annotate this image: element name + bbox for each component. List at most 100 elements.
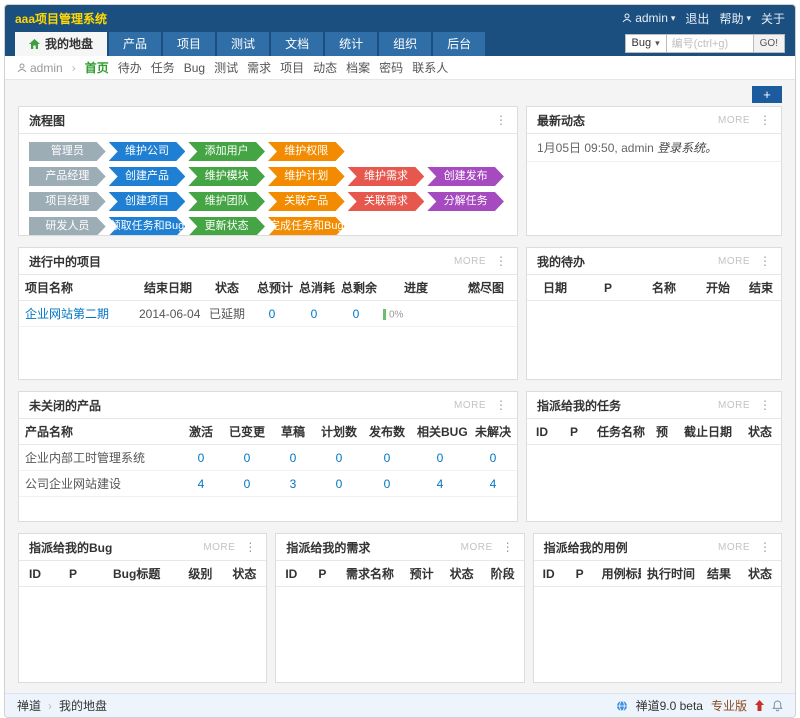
flow-step[interactable]: 更新状态 [188,217,265,235]
count-cell[interactable]: 4 [411,471,469,497]
flow-step[interactable]: 维护模块 [188,167,265,186]
flow-step[interactable]: 创建发布 [427,167,504,186]
project-link[interactable]: 企业网站第二期 [25,307,109,321]
breadcrumb-item-0[interactable]: 待办 [118,59,142,76]
main-content: + 流程图 ⋮ 管理员维护公司添加用户维护权限产品经理创建产品维护模块维护计划维… [5,80,795,693]
count-cell[interactable]: 0 [363,445,411,471]
cell-left[interactable]: 0 [335,301,377,327]
count-cell[interactable]: 4 [179,471,223,497]
count-cell[interactable]: 0 [315,445,363,471]
panel-body: 项目名称结束日期状态总预计总消耗总剩余进度燃尽图企业网站第二期2014-06-0… [19,275,517,379]
tab-6[interactable]: 组织 [379,32,431,56]
count-cell[interactable]: 0 [315,471,363,497]
breadcrumb-item-7[interactable]: 档案 [346,59,370,76]
breadcrumb-item-5[interactable]: 项目 [280,59,304,76]
tab-label: 项目 [177,32,201,56]
column-header: 项目名称 [19,275,133,301]
panel-header: 指派给我的用例MORE ⋮ [534,534,781,561]
about-link[interactable]: 关于 [761,10,785,27]
count-cell[interactable]: 0 [411,445,469,471]
more-link[interactable]: MORE [454,400,486,411]
flow-step[interactable]: 分解任务 [427,192,504,211]
search-go-button[interactable]: GO! [754,34,785,53]
panel-menu-icon[interactable]: ⋮ [495,398,507,412]
count-cell[interactable]: 0 [223,445,271,471]
flow-step[interactable]: 维护需求 [348,167,425,186]
more-link[interactable]: MORE [454,256,486,267]
panel-menu-icon[interactable]: ⋮ [495,113,507,127]
breadcrumb-item-8[interactable]: 密码 [379,59,403,76]
add-block-button[interactable]: + [752,86,782,103]
entry-user: admin [621,141,654,155]
panel-title: 指派给我的用例 [544,539,718,556]
count-cell[interactable]: 0 [223,471,271,497]
tab-4[interactable]: 文档 [271,32,323,56]
flow-role: 管理员 [29,142,106,161]
breadcrumb-item-3[interactable]: 测试 [214,59,238,76]
footer-brand-link[interactable]: 禅道 [17,697,41,714]
column-header: 需求名称 [338,561,401,587]
logout-link[interactable]: 退出 [685,10,709,27]
flow-step[interactable]: 创建项目 [109,192,186,211]
version-link[interactable]: 禅道9.0 beta [636,697,703,714]
panel-menu-icon[interactable]: ⋮ [759,540,771,554]
more-link[interactable]: MORE [203,542,235,553]
flow-step[interactable]: 创建产品 [109,167,186,186]
flow-step[interactable]: 添加用户 [188,142,265,161]
tab-3[interactable]: 测试 [217,32,269,56]
count-cell[interactable]: 0 [179,445,223,471]
count-cell[interactable]: 4 [469,471,517,497]
flow-step[interactable]: 维护权限 [268,142,345,161]
tab-0[interactable]: 我的地盘 [15,32,107,56]
tab-1[interactable]: 产品 [109,32,161,56]
count-cell[interactable]: 0 [271,445,315,471]
tab-2[interactable]: 项目 [163,32,215,56]
panel-menu-icon[interactable]: ⋮ [759,254,771,268]
flow-step[interactable]: 领取任务和Bug [109,217,186,235]
more-link[interactable]: MORE [461,542,493,553]
panel-menu-icon[interactable]: ⋮ [759,398,771,412]
upgrade-arrow-icon[interactable] [755,700,764,711]
column-header: 结果 [699,561,739,587]
breadcrumb-item-4[interactable]: 需求 [247,59,271,76]
help-menu[interactable]: 帮助 ▾ [719,10,751,27]
breadcrumb-item-active[interactable]: 首页 [85,59,109,76]
cell-consumed[interactable]: 0 [293,301,335,327]
panel-menu-icon[interactable]: ⋮ [244,540,256,554]
count-cell[interactable]: 0 [363,471,411,497]
panel-menu-icon[interactable]: ⋮ [495,254,507,268]
search-type-select[interactable]: Bug ▾ [625,34,666,53]
flow-step[interactable]: 维护团队 [188,192,265,211]
more-link[interactable]: MORE [718,400,750,411]
panel-title: 指派给我的任务 [537,397,718,414]
more-link[interactable]: MORE [718,542,750,553]
flow-step[interactable]: 完成任务和Bug [268,217,345,235]
column-header: 总消耗 [293,275,335,301]
more-link[interactable]: MORE [718,256,750,267]
breadcrumb-item-1[interactable]: 任务 [151,59,175,76]
count-cell[interactable]: 0 [469,445,517,471]
cell-estimate[interactable]: 0 [251,301,293,327]
panel-tasks: 指派给我的任务MORE⋮IDP任务名称预截止日期状态 [526,391,782,522]
tab-7[interactable]: 后台 [433,32,485,56]
breadcrumb-sep-icon: › [72,61,76,75]
panel-menu-icon[interactable]: ⋮ [502,540,514,554]
flow-step[interactable]: 关联产品 [268,192,345,211]
user-menu[interactable]: admin ▾ [622,11,675,25]
more-link[interactable]: MORE [718,115,750,126]
column-header: 计划数 [315,419,363,445]
search-input[interactable] [666,34,754,53]
bell-icon[interactable] [772,700,783,712]
panel-menu-icon[interactable]: ⋮ [759,113,771,127]
breadcrumb-item-6[interactable]: 动态 [313,59,337,76]
footer-page-link[interactable]: 我的地盘 [59,697,107,714]
breadcrumb-item-9[interactable]: 联系人 [412,59,448,76]
flowchart-body: 管理员维护公司添加用户维护权限产品经理创建产品维护模块维护计划维护需求创建发布项… [19,134,517,235]
flow-step[interactable]: 维护计划 [268,167,345,186]
count-cell[interactable]: 3 [271,471,315,497]
flow-step[interactable]: 关联需求 [348,192,425,211]
tab-5[interactable]: 统计 [325,32,377,56]
flow-step[interactable]: 维护公司 [109,142,186,161]
edition-link[interactable]: 专业版 [711,697,747,714]
breadcrumb-item-2[interactable]: Bug [184,61,205,75]
